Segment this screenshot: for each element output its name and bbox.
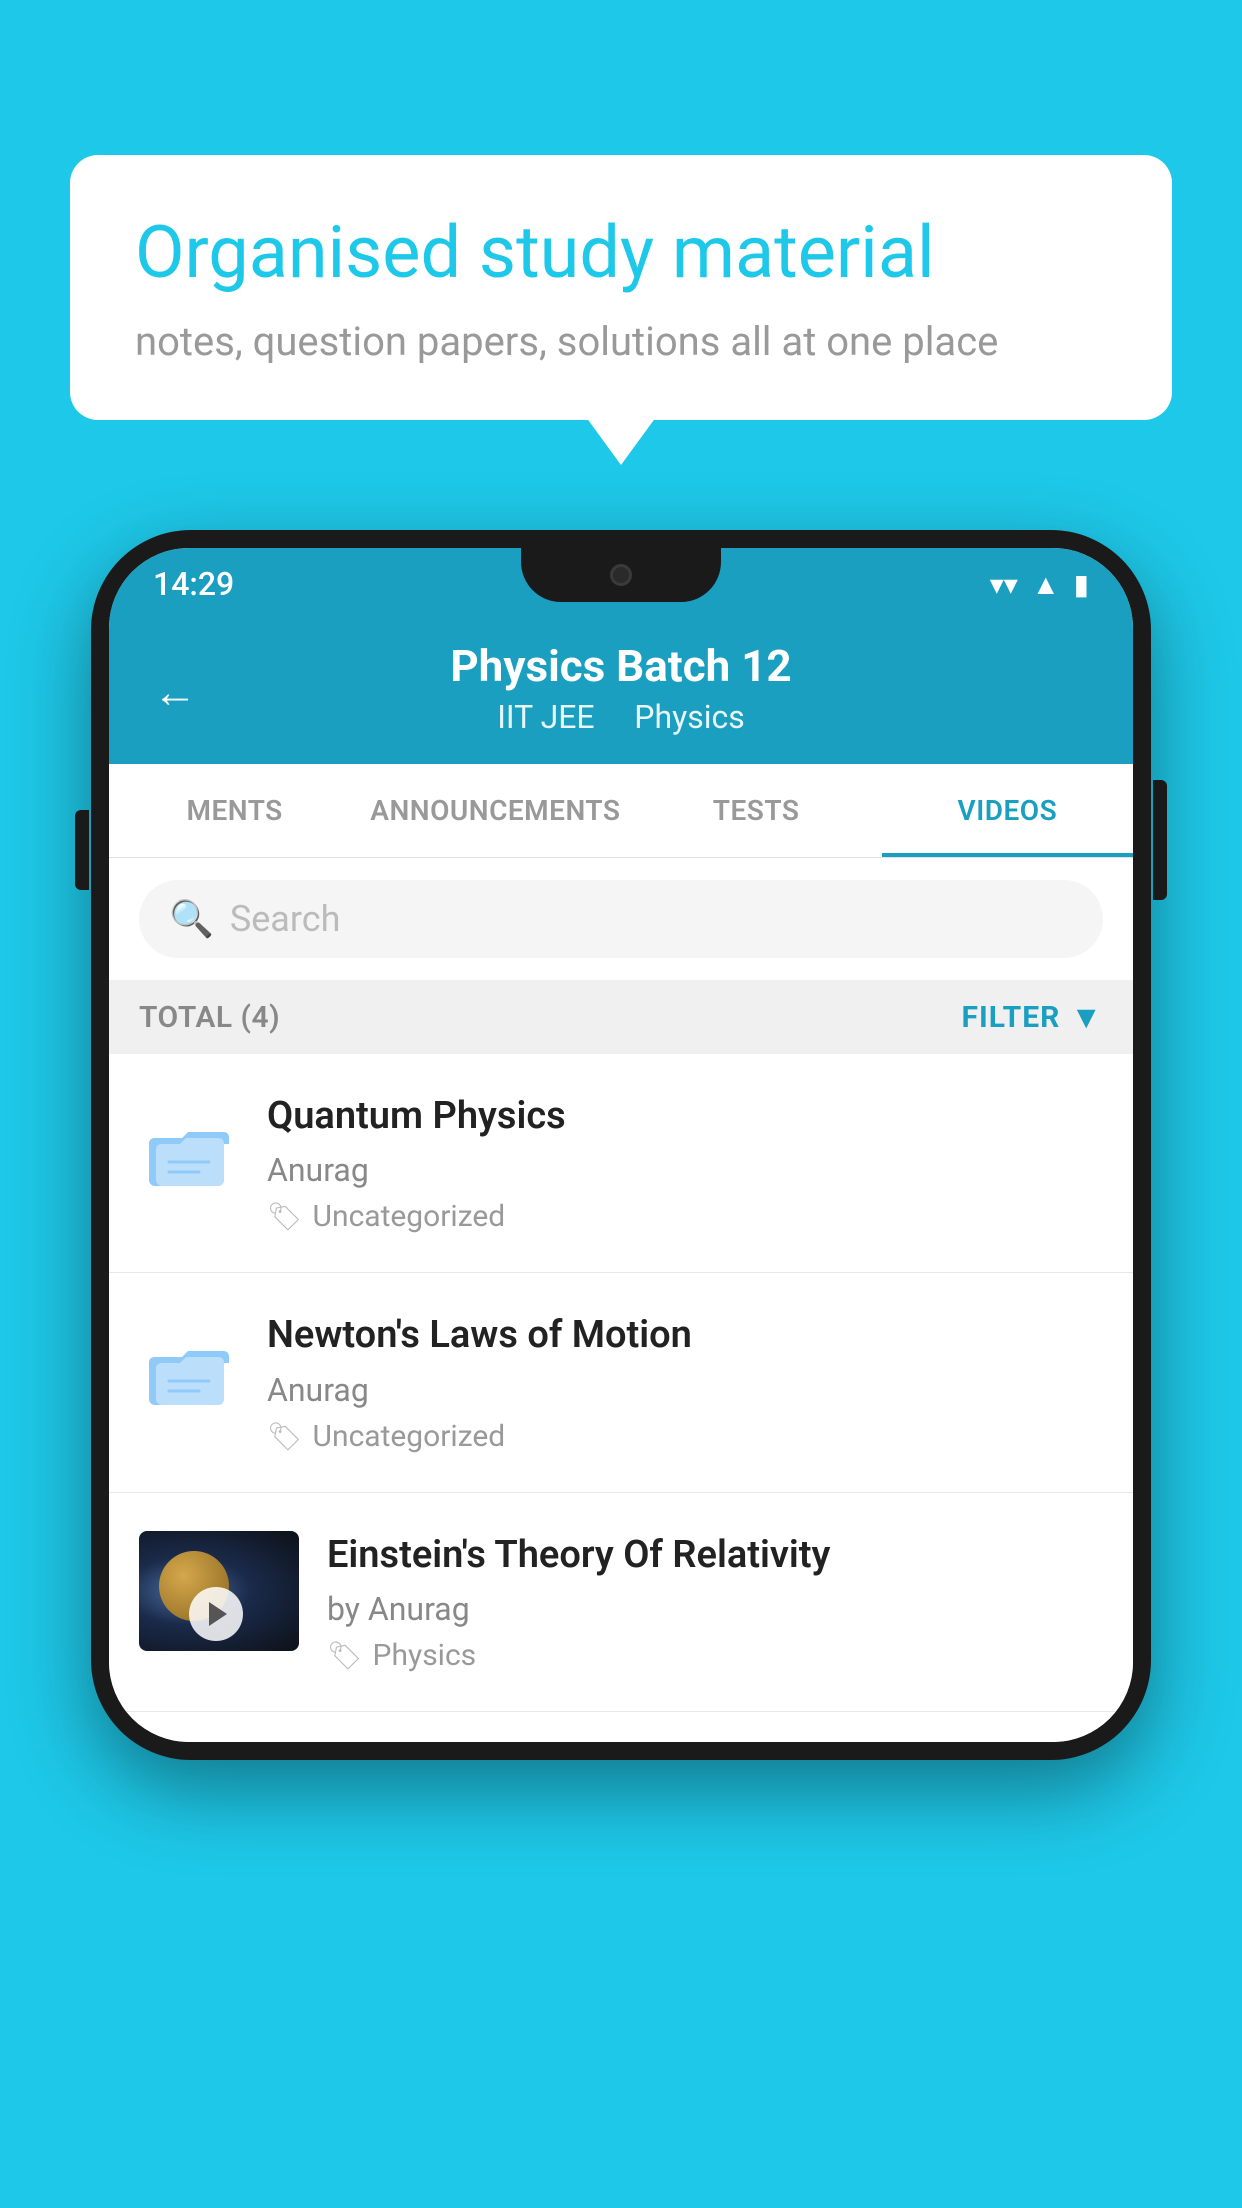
back-button[interactable]: ← xyxy=(153,666,197,718)
total-count-label: TOTAL (4) xyxy=(139,1000,280,1035)
battery-icon: ▮ xyxy=(1074,568,1089,601)
tab-tests[interactable]: TESTS xyxy=(630,764,881,857)
tab-announcements[interactable]: ANNOUNCEMENTS xyxy=(360,764,630,857)
phone-wrapper: 14:29 ▾▾ ▲ ▮ ← Physics Batch 12 IIT JEE … xyxy=(91,530,1151,1760)
header-subtitle: IIT JEE Physics xyxy=(153,698,1089,736)
tag-icon: 🏷 xyxy=(327,1639,363,1672)
filter-button[interactable]: FILTER ▼ xyxy=(962,998,1104,1036)
thumbnail-image xyxy=(139,1531,299,1651)
play-icon xyxy=(209,1602,227,1626)
filter-label: FILTER xyxy=(962,1000,1061,1035)
app-header: ← Physics Batch 12 IIT JEE Physics xyxy=(109,620,1133,764)
status-time: 14:29 xyxy=(153,565,234,603)
tag-label: Physics xyxy=(373,1638,477,1673)
list-item[interactable]: Newton's Laws of Motion Anurag 🏷 Uncateg… xyxy=(109,1273,1133,1492)
speech-bubble-container: Organised study material notes, question… xyxy=(70,155,1172,420)
video-list: Quantum Physics Anurag 🏷 Uncategorized xyxy=(109,1054,1133,1712)
tag-icon: 🏷 xyxy=(267,1200,303,1233)
subtitle-physics: Physics xyxy=(634,698,745,736)
video-tag: 🏷 Uncategorized xyxy=(267,1419,1103,1454)
phone-screen: 14:29 ▾▾ ▲ ▮ ← Physics Batch 12 IIT JEE … xyxy=(109,548,1133,1742)
speech-bubble-title: Organised study material xyxy=(135,210,1107,296)
video-info: Newton's Laws of Motion Anurag 🏷 Uncateg… xyxy=(267,1311,1103,1453)
video-tag: 🏷 Uncategorized xyxy=(267,1199,1103,1234)
filter-bar: TOTAL (4) FILTER ▼ xyxy=(109,980,1133,1054)
play-button[interactable] xyxy=(189,1587,243,1641)
video-title: Newton's Laws of Motion xyxy=(267,1311,1103,1360)
phone-bottom xyxy=(109,1712,1133,1742)
video-tag: 🏷 Physics xyxy=(327,1638,1103,1673)
folder-icon xyxy=(139,1319,239,1419)
tag-label: Uncategorized xyxy=(313,1199,506,1234)
notch xyxy=(521,548,721,602)
video-author: by Anurag xyxy=(327,1590,1103,1628)
signal-icon: ▲ xyxy=(1032,568,1060,601)
speech-bubble: Organised study material notes, question… xyxy=(70,155,1172,420)
camera-notch xyxy=(610,564,632,586)
tab-ments[interactable]: MENTS xyxy=(109,764,360,857)
status-bar: 14:29 ▾▾ ▲ ▮ xyxy=(109,548,1133,620)
video-info: Quantum Physics Anurag 🏷 Uncategorized xyxy=(267,1092,1103,1234)
tag-icon: 🏷 xyxy=(267,1420,303,1453)
speech-bubble-subtitle: notes, question papers, solutions all at… xyxy=(135,318,1107,365)
video-title: Quantum Physics xyxy=(267,1092,1103,1141)
search-container: 🔍 Search xyxy=(109,858,1133,980)
tab-videos[interactable]: VIDEOS xyxy=(882,764,1133,857)
phone-outer: 14:29 ▾▾ ▲ ▮ ← Physics Batch 12 IIT JEE … xyxy=(91,530,1151,1760)
tag-label: Uncategorized xyxy=(313,1419,506,1454)
video-thumbnail xyxy=(139,1531,299,1651)
video-author: Anurag xyxy=(267,1151,1103,1189)
video-author: Anurag xyxy=(267,1371,1103,1409)
search-icon: 🔍 xyxy=(169,898,214,940)
search-box[interactable]: 🔍 Search xyxy=(139,880,1103,958)
search-placeholder: Search xyxy=(230,898,341,940)
filter-icon: ▼ xyxy=(1070,998,1103,1036)
status-icons: ▾▾ ▲ ▮ xyxy=(990,568,1089,601)
wifi-icon: ▾▾ xyxy=(990,568,1018,601)
folder-icon xyxy=(139,1100,239,1200)
list-item[interactable]: Einstein's Theory Of Relativity by Anura… xyxy=(109,1493,1133,1712)
subtitle-iitjee: IIT JEE xyxy=(497,698,594,736)
tabs-container: MENTS ANNOUNCEMENTS TESTS VIDEOS xyxy=(109,764,1133,858)
list-item[interactable]: Quantum Physics Anurag 🏷 Uncategorized xyxy=(109,1054,1133,1273)
header-title: Physics Batch 12 xyxy=(153,640,1089,692)
video-info: Einstein's Theory Of Relativity by Anura… xyxy=(327,1531,1103,1673)
video-title: Einstein's Theory Of Relativity xyxy=(327,1531,1103,1580)
